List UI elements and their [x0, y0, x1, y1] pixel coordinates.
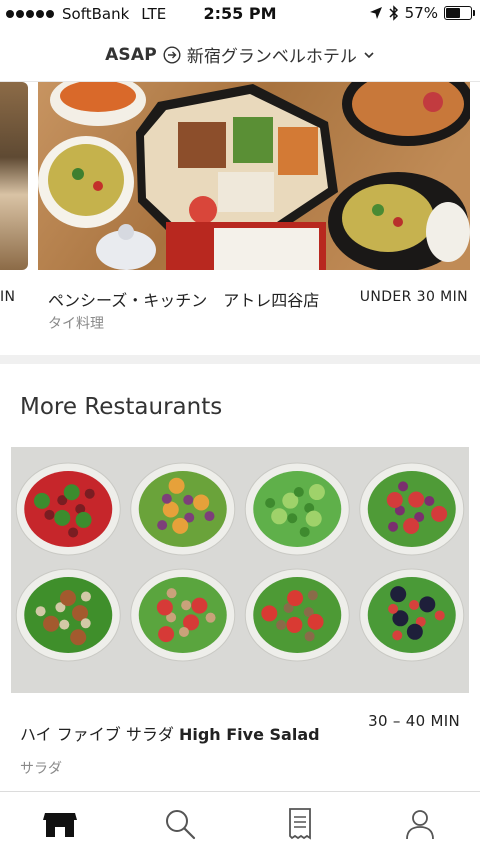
restaurant-eta: 30 – 40 MIN [368, 712, 460, 730]
salad-bowls-photo [11, 447, 469, 693]
featured-restaurant-info[interactable]: IN ペンシーズ・キッチン アトレ四谷店 UNDER 30 MIN タイ料理 [0, 287, 480, 347]
featured-carousel[interactable] [0, 82, 480, 272]
search-icon [166, 809, 196, 839]
restaurant-name[interactable]: ハイ ファイブ サラダ High Five Salad [20, 721, 320, 745]
tab-home[interactable] [0, 792, 120, 855]
restaurant-cuisine: サラダ [20, 761, 62, 777]
previous-restaurant-image[interactable] [0, 82, 28, 270]
arrow-right-circle-icon [163, 45, 181, 64]
tab-bar [0, 791, 480, 855]
receipt-icon [289, 807, 311, 840]
bluetooth-icon [389, 5, 398, 21]
restaurant-image[interactable] [11, 447, 469, 693]
battery-percent: 57% [404, 4, 438, 22]
section-title: More Restaurants [20, 394, 223, 420]
delivery-time-label: ASAP [105, 44, 157, 65]
tab-profile[interactable] [360, 792, 480, 855]
restaurant-name-en: High Five Salad [178, 725, 320, 744]
battery-level [446, 8, 460, 18]
featured-restaurant-eta: UNDER 30 MIN [359, 289, 468, 305]
section-divider [0, 355, 480, 364]
tab-search[interactable] [120, 792, 240, 855]
chevron-down-icon [364, 51, 374, 58]
featured-restaurant-name: ペンシーズ・キッチン アトレ四谷店 [48, 291, 320, 310]
delivery-location: 新宿グランベルホテル [186, 47, 357, 67]
featured-restaurant-cuisine: タイ料理 [48, 316, 104, 332]
status-bar: SoftBank LTE 2:55 PM 57% [0, 0, 480, 28]
tab-orders[interactable] [240, 792, 360, 855]
status-right: 57% [369, 4, 475, 22]
profile-icon [406, 809, 434, 839]
previous-restaurant-time-fragment: IN [0, 289, 16, 305]
restaurant-name-ja: ハイ ファイブ サラダ [20, 725, 174, 744]
location-arrow-icon [369, 7, 382, 19]
featured-restaurant-image[interactable] [38, 82, 470, 270]
battery-icon [444, 6, 475, 20]
store-icon [43, 812, 77, 837]
thai-food-photo [38, 82, 470, 270]
delivery-header[interactable]: ASAP 新宿グランベルホテル [0, 28, 480, 82]
